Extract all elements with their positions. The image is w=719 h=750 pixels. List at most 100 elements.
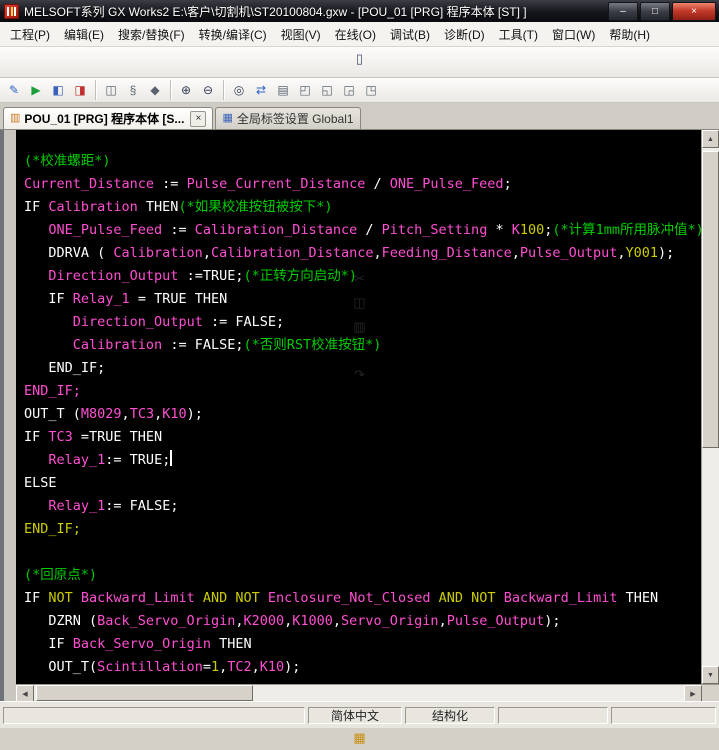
monitor-mode-icon: ▶ <box>31 83 41 97</box>
code-line[interactable]: OUT_T(Scintillation=1,TC2,K10); <box>24 656 701 679</box>
scroll-down-icon[interactable]: ▼ <box>702 666 719 684</box>
code-token: := FALSE; <box>162 337 244 353</box>
code-line[interactable]: IF Calibration THEN(*如果校准按钮被按下*) <box>24 196 701 219</box>
zoom-in-icon: ⊕ <box>180 83 192 97</box>
code-token: , <box>511 245 520 261</box>
horizontal-scroll-thumb[interactable] <box>36 685 253 701</box>
tab-global-label[interactable]: ▦ 全局标签设置 Global1 <box>215 107 361 129</box>
code-line[interactable]: IF TC3 =TRUE THEN <box>24 426 701 449</box>
code-token: OUT_T( <box>24 659 98 675</box>
code-token: Backward_Limit <box>503 590 618 606</box>
code-token: = TRUE THEN <box>129 291 228 307</box>
code-editor[interactable]: (*校准螺距*) Current_Distance := Pulse_Curren… <box>16 130 701 684</box>
menu-item[interactable]: 编辑(E) <box>57 22 111 47</box>
code-line[interactable]: Relay_1:= FALSE; <box>24 495 701 518</box>
dock-window-icon[interactable]: ◳ <box>360 79 382 101</box>
vertical-scroll-thumb[interactable] <box>702 151 719 448</box>
menu-item[interactable]: 窗口(W) <box>545 22 602 47</box>
maximize-button[interactable]: □ <box>640 1 670 21</box>
note-display-icon[interactable]: ◆ <box>144 79 166 101</box>
horizontal-scrollbar[interactable]: ◀ ▶ <box>16 684 702 703</box>
vertical-scroll-track[interactable] <box>702 148 719 666</box>
code-line[interactable]: ONE_Pulse_Feed := Calibration_Distance /… <box>24 219 701 242</box>
comment-display-icon[interactable]: ◫ <box>100 79 122 101</box>
cascade-windows-icon: ◱ <box>321 83 333 97</box>
zoom-in-icon[interactable]: ⊕ <box>175 79 197 101</box>
menu-item[interactable]: 帮助(H) <box>602 22 657 47</box>
code-token: 1 <box>210 659 220 675</box>
code-line[interactable]: DDRVA ( Calibration,Calibration_Distance… <box>24 242 701 265</box>
code-token: AND <box>202 590 228 606</box>
code-line[interactable]: DZRN (Back_Servo_Origin,K2000,K1000,Serv… <box>24 610 701 633</box>
code-token: END_IF; <box>24 360 106 376</box>
code-line[interactable]: OUT_T (M8029,TC3,K10); <box>24 403 701 426</box>
zoom-out-icon[interactable]: ⊖ <box>197 79 219 101</box>
menu-item[interactable]: 工具(T) <box>492 22 545 47</box>
cascade-windows-icon[interactable]: ◱ <box>316 79 338 101</box>
code-token: NOT <box>471 590 496 606</box>
menu-item[interactable]: 搜索/替换(F) <box>111 22 192 47</box>
cross-reference-icon[interactable]: ⇄ <box>250 79 272 101</box>
code-line[interactable]: Relay_1:= TRUE; <box>24 449 701 472</box>
code-token: / <box>365 176 390 192</box>
tab-pou01-program[interactable]: ▥ POU_01 [PRG] 程序本体 [S... × <box>3 107 214 129</box>
code-token: (*校准螺距*) <box>24 153 111 169</box>
code-line[interactable]: IF NOT Backward_Limit AND NOT Enclosure_… <box>24 587 701 610</box>
edit-mode-icon[interactable]: ✎ <box>3 79 25 101</box>
code-token: K10 <box>162 406 187 422</box>
write-mode-icon: ◨ <box>74 83 86 97</box>
device-list-icon[interactable]: ▤ <box>272 79 294 101</box>
code-line[interactable]: ELSE <box>24 472 701 495</box>
status-message <box>3 706 305 724</box>
code-token: ); <box>284 659 301 675</box>
menu-item[interactable]: 工程(P) <box>3 22 57 47</box>
find-icon[interactable]: ◎ <box>228 79 250 101</box>
vertical-scrollbar[interactable]: ▲ ▼ <box>701 130 719 684</box>
statement-display-icon[interactable]: § <box>122 79 144 101</box>
horizontal-scroll-track[interactable] <box>34 685 684 701</box>
code-token: Relay_1 <box>72 291 130 307</box>
code-line[interactable]: END_IF; <box>24 518 701 541</box>
code-token: Pulse_Current_Distance <box>186 176 366 192</box>
new-window-icon[interactable]: ◰ <box>294 79 316 101</box>
menu-item[interactable]: 视图(V) <box>274 22 328 47</box>
scroll-up-icon[interactable]: ▲ <box>702 130 719 148</box>
code-token: TC3 <box>129 406 155 422</box>
code-token: ); <box>658 245 675 261</box>
code-line[interactable]: (*回原点*) <box>24 564 701 587</box>
status-program-type: 结构化 <box>405 706 495 724</box>
code-line[interactable]: Current_Distance := Pulse_Current_Distan… <box>24 173 701 196</box>
new-project-icon[interactable]: ▯ <box>348 47 372 71</box>
toolbar-separator <box>223 80 224 100</box>
global-label-tab-icon: ▦ <box>222 112 233 124</box>
close-button[interactable]: × <box>672 1 716 21</box>
menu-item[interactable]: 转换/编译(C) <box>192 22 274 47</box>
code-token: END_IF; <box>24 521 81 537</box>
write-mode-icon[interactable]: ◨ <box>69 79 91 101</box>
code-token: K2000 <box>243 613 285 629</box>
code-token: (*计算1mm所用脉冲值*) <box>552 222 701 238</box>
redo-icon: ↷ <box>348 363 372 387</box>
code-token: END_IF; <box>24 383 81 399</box>
menu-item[interactable]: 在线(O) <box>328 22 383 47</box>
code-line[interactable]: (*校准螺距*) <box>24 150 701 173</box>
code-token: , <box>121 406 130 422</box>
read-mode-icon[interactable]: ◧ <box>47 79 69 101</box>
redo-icon: ↷ <box>354 367 365 382</box>
menu-item[interactable]: 诊断(D) <box>437 22 492 47</box>
code-token: Calibration <box>113 245 203 261</box>
tab-close-icon[interactable]: × <box>190 110 207 127</box>
code-line[interactable] <box>24 541 701 564</box>
monitor-mode-icon[interactable]: ▶ <box>25 79 47 101</box>
tile-windows-icon[interactable]: ◲ <box>338 79 360 101</box>
label-setting-icon[interactable]: ▦ <box>348 726 372 750</box>
new-window-icon: ◰ <box>299 83 311 97</box>
code-token: Pulse_Output <box>446 613 545 629</box>
minimize-button[interactable]: – <box>608 1 638 21</box>
menu-item[interactable]: 调试(B) <box>383 22 437 47</box>
code-line[interactable]: IF Back_Servo_Origin THEN <box>24 633 701 656</box>
